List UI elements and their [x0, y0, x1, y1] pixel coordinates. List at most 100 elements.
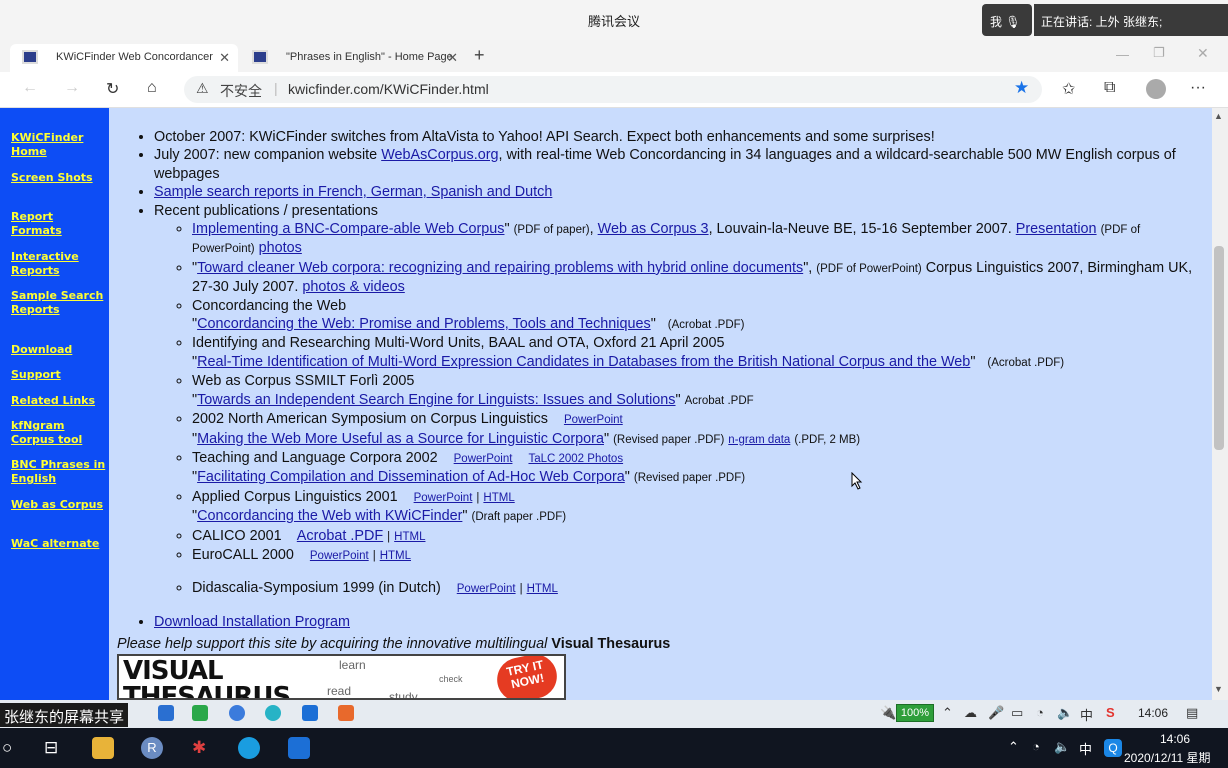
sidebar-item-kfngram[interactable]: kfNgram Corpus tool	[11, 419, 106, 447]
tray-chevron-icon[interactable]: ⌃	[1008, 739, 1019, 755]
scroll-up-icon[interactable]: ▲	[1214, 111, 1223, 121]
battery-icon[interactable]: ▭	[1011, 705, 1023, 721]
visual-thesaurus-name: Visual Thesaurus	[551, 636, 671, 652]
new-tab-icon[interactable]: +	[474, 45, 485, 66]
powerpoint-icon[interactable]	[338, 705, 354, 721]
list-item: "Toward cleaner Web corpora: recognizing…	[192, 259, 1202, 297]
visual-thesaurus-logo: VISUAL THESAURUS	[123, 656, 291, 700]
task-view-icon[interactable]: ⊟	[44, 738, 58, 758]
my-audio-indicator[interactable]: 我 🎙	[982, 4, 1032, 36]
scroll-thumb[interactable]	[1214, 246, 1224, 450]
sidebar-item-sample-search-reports[interactable]: Sample Search Reports	[11, 289, 106, 317]
sidebar-item-related-links[interactable]: Related Links	[11, 394, 106, 408]
try-it-now-badge[interactable]: TRY IT NOW!	[493, 656, 561, 698]
banner-word: learn	[339, 658, 366, 672]
refresh-icon[interactable]: ↻	[106, 79, 119, 99]
ime-indicator[interactable]: 中	[1079, 739, 1092, 758]
sidebar-item-screen-shots[interactable]: Screen Shots	[11, 171, 106, 185]
taskbar-time[interactable]: 14:06	[1160, 732, 1190, 746]
shared-clock: 14:06	[1138, 706, 1169, 720]
list-item: Web as Corpus SSMILT Forlì 2005"Towards …	[192, 372, 1202, 410]
profile-avatar-icon[interactable]	[1146, 79, 1166, 99]
list-item: Implementing a BNC-Compare-able Web Corp…	[192, 220, 1202, 259]
sample-reports-link[interactable]: Sample search reports in French, German,…	[154, 184, 552, 200]
tray-chevron-icon[interactable]: ⌃	[942, 705, 953, 721]
meeting-app-icon[interactable]	[302, 705, 318, 721]
windows-taskbar	[0, 728, 1228, 768]
taskbar-date[interactable]: 2020/12/11 星期	[1124, 749, 1211, 766]
minimize-icon[interactable]: —	[1116, 47, 1129, 62]
list-item: Didascalia-Symposium 1999 (in Dutch) Pow…	[192, 579, 1202, 598]
home-icon[interactable]: ⌂	[147, 79, 157, 97]
volume-icon[interactable]: 🔈	[1054, 739, 1070, 755]
list-item: 2002 North American Symposium on Corpus …	[192, 410, 1202, 449]
collections-icon[interactable]: ⧉	[1104, 79, 1115, 97]
list-item: Identifying and Researching Multi-Word U…	[192, 334, 1202, 372]
visual-thesaurus-banner[interactable]: VISUAL THESAURUS learn read study check T…	[117, 654, 566, 700]
favorite-star-icon[interactable]: ★	[1014, 78, 1029, 98]
tencent-meeting-icon[interactable]	[288, 737, 310, 759]
sidebar-item-bnc-phrases[interactable]: BNC Phrases in English	[11, 458, 106, 486]
edge-icon[interactable]	[238, 737, 260, 759]
maximize-icon[interactable]: ❐	[1153, 45, 1165, 61]
wifi-icon[interactable]: ◔	[1032, 739, 1040, 754]
wechat-icon[interactable]	[192, 705, 208, 721]
banner-word: check	[439, 674, 463, 684]
sidebar-item-report-formats[interactable]: Report Formats	[11, 210, 106, 238]
r-app-icon[interactable]: R	[141, 737, 163, 759]
warning-icon[interactable]: ⚠	[196, 80, 209, 97]
ime-indicator[interactable]: 中	[1080, 705, 1093, 724]
battery-indicator: 100%	[896, 704, 934, 722]
favorites-icon[interactable]: ✩	[1062, 79, 1075, 99]
close-window-icon[interactable]: ✕	[1197, 45, 1209, 62]
banner-word: study	[389, 690, 418, 700]
news-item: July 2007: new companion website WebAsCo…	[154, 146, 1202, 183]
network-app-icon[interactable]: ✱	[192, 738, 206, 758]
sidebar-item-wac-alternate[interactable]: WaC alternate	[11, 537, 106, 551]
volume-icon[interactable]: 🔈	[1057, 705, 1073, 721]
sidebar-item-support[interactable]: Support	[11, 368, 106, 382]
tab-label: "Phrases in English" - Home Page	[286, 51, 453, 63]
plug-icon: 🔌	[880, 705, 897, 720]
mic-icon[interactable]: 🎤	[988, 705, 1004, 721]
notification-icon[interactable]: ▤	[1186, 705, 1198, 721]
list-item: Applied Corpus Linguistics 2001 PowerPoi…	[192, 488, 1202, 527]
sidebar-item-kwicfinder-home[interactable]: KWiCFinder Home	[11, 131, 106, 159]
back-icon[interactable]: ←	[22, 79, 38, 97]
sidebar-item-interactive-reports[interactable]: Interactive Reports	[11, 250, 106, 278]
support-text: Please help support this site by acquiri…	[117, 636, 671, 652]
close-tab-icon[interactable]: ✕	[447, 50, 458, 66]
list-item: Concordancing the Web"Concordancing the …	[192, 297, 1202, 335]
more-menu-icon[interactable]: ···	[1190, 79, 1206, 97]
sogou-icon[interactable]: S	[1106, 705, 1115, 720]
forward-icon[interactable]: →	[64, 79, 80, 97]
main-content: October 2007: KWiCFinder switches from A…	[122, 128, 1202, 631]
news-item: Download Installation Program	[154, 613, 1202, 631]
tab-phrases-in-english[interactable]: "Phrases in English" - Home Page ✕	[240, 44, 466, 72]
screen-share-label: 张继东的屏幕共享	[0, 703, 129, 727]
qq-icon[interactable]: Q	[1104, 739, 1122, 757]
site-favicon-icon	[252, 50, 268, 64]
me-label: 我	[990, 15, 1003, 29]
browser-app-icon[interactable]	[265, 705, 281, 721]
sidebar-item-download[interactable]: Download	[11, 343, 106, 357]
mic-muted-icon: 🎙	[1005, 15, 1021, 29]
wifi-icon[interactable]: ◔	[1036, 705, 1044, 720]
close-tab-icon[interactable]: ✕	[219, 50, 230, 66]
mail-icon[interactable]	[158, 705, 174, 721]
search-icon[interactable]: ○	[2, 738, 12, 758]
file-explorer-icon[interactable]	[92, 737, 114, 759]
news-item: Sample search reports in French, German,…	[154, 183, 1202, 201]
news-item: Recent publications / presentations Impl…	[154, 202, 1202, 599]
list-item: EuroCALL 2000 PowerPoint | HTML	[192, 546, 1202, 565]
scroll-down-icon[interactable]: ▼	[1214, 684, 1223, 694]
tab-kwicfinder[interactable]: KWiCFinder Web Concordancer ✕	[10, 44, 238, 72]
sidebar-item-web-as-corpus[interactable]: Web as Corpus	[11, 498, 106, 512]
speaking-indicator: 正在讲话: 上外 张继东;	[1034, 4, 1228, 36]
cloud-icon[interactable]: ☁	[964, 705, 977, 721]
webascorpus-link[interactable]: WebAsCorpus.org	[381, 147, 498, 163]
download-installer-link[interactable]: Download Installation Program	[154, 614, 350, 630]
url-text[interactable]: kwicfinder.com/KWiCFinder.html	[288, 81, 489, 97]
recent-heading: Recent publications / presentations	[154, 202, 378, 219]
clock-app-icon[interactable]	[229, 705, 245, 721]
